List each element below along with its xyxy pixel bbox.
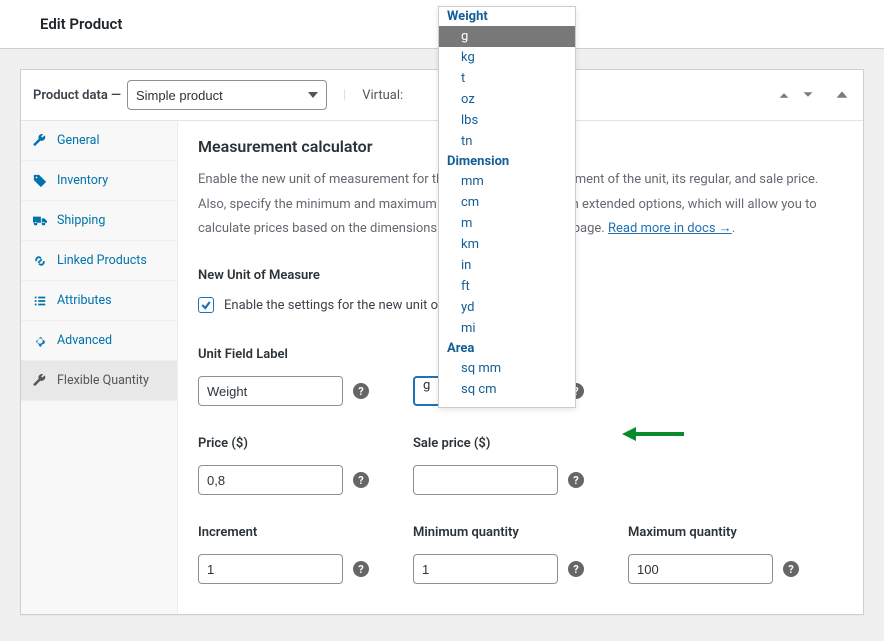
help-icon[interactable]: ? — [353, 383, 369, 399]
max-qty-input[interactable] — [628, 554, 773, 584]
tab-advanced[interactable]: Advanced — [21, 321, 177, 361]
collapse-icon[interactable] — [833, 86, 851, 104]
price-input[interactable] — [198, 465, 343, 495]
dropdown-option[interactable]: tn — [439, 131, 575, 152]
dropdown-option[interactable]: sq m — [439, 400, 575, 407]
min-qty-label: Minimum quantity — [413, 525, 628, 540]
unit-select-dropdown[interactable]: WeightgkgtozlbstnDimensionmmcmmkminftydm… — [438, 6, 576, 408]
min-qty-input[interactable] — [413, 554, 558, 584]
tab-label: Linked Products — [57, 253, 147, 268]
dropdown-option[interactable]: kg — [439, 47, 575, 68]
dropdown-group: Dimension — [439, 152, 575, 171]
dropdown-option[interactable]: oz — [439, 89, 575, 110]
increment-input[interactable] — [198, 554, 343, 584]
help-icon[interactable]: ? — [783, 561, 799, 577]
help-icon[interactable]: ? — [353, 561, 369, 577]
dropdown-option[interactable]: yd — [439, 297, 575, 318]
product-type-select[interactable]: Simple product — [127, 80, 327, 110]
dropdown-option[interactable]: sq cm — [439, 379, 575, 400]
tab-general[interactable]: General — [21, 121, 177, 161]
tab-label: Inventory — [57, 173, 108, 188]
dropdown-option[interactable]: km — [439, 234, 575, 255]
dropdown-option[interactable]: lbs — [439, 110, 575, 131]
sale-price-label: Sale price ($) — [413, 436, 628, 451]
tab-label: Attributes — [57, 293, 112, 308]
tab-inventory[interactable]: Inventory — [21, 161, 177, 201]
help-icon[interactable]: ? — [353, 472, 369, 488]
unit-field-label-input[interactable] — [198, 376, 343, 406]
tab-linked[interactable]: Linked Products — [21, 241, 177, 281]
dropdown-option[interactable]: mm — [439, 171, 575, 192]
max-qty-label: Maximum quantity — [628, 525, 843, 540]
panel-controls — [775, 86, 851, 104]
chevron-down-icon[interactable] — [799, 86, 817, 104]
dropdown-option[interactable]: ft — [439, 276, 575, 297]
dropdown-option[interactable]: mi — [439, 318, 575, 339]
help-icon[interactable]: ? — [568, 472, 584, 488]
dropdown-option[interactable]: g — [439, 26, 575, 47]
dropdown-option[interactable]: cm — [439, 192, 575, 213]
sale-price-input[interactable] — [413, 465, 558, 495]
panel-title: Product data — — [33, 88, 121, 103]
tab-label: Advanced — [57, 333, 112, 348]
chevron-up-icon[interactable] — [775, 86, 793, 104]
tab-label: Shipping — [57, 213, 105, 228]
virtual-label: Virtual: — [362, 88, 403, 103]
annotation-arrow — [622, 424, 684, 448]
dropdown-group: Area — [439, 339, 575, 358]
docs-link[interactable]: Read more in docs → — [608, 221, 732, 236]
dropdown-option[interactable]: m — [439, 213, 575, 234]
tab-flexqty[interactable]: Flexible Quantity — [21, 361, 177, 401]
enable-checkbox[interactable] — [198, 297, 214, 313]
dropdown-option[interactable]: sq mm — [439, 358, 575, 379]
tab-shipping[interactable]: Shipping — [21, 201, 177, 241]
dropdown-option[interactable]: t — [439, 68, 575, 89]
unit-field-label-heading: Unit Field Label — [198, 347, 413, 362]
tab-label: General — [57, 133, 100, 148]
price-label: Price ($) — [198, 436, 413, 451]
increment-label: Increment — [198, 525, 413, 540]
separator: | — [343, 88, 346, 103]
dropdown-group: Weight — [439, 7, 575, 26]
tab-label: Flexible Quantity — [57, 373, 149, 388]
help-icon[interactable]: ? — [568, 561, 584, 577]
product-tabs: General Inventory Shipping Linked Products A… — [21, 121, 178, 614]
tab-attributes[interactable]: Attributes — [21, 281, 177, 321]
dropdown-option[interactable]: in — [439, 255, 575, 276]
